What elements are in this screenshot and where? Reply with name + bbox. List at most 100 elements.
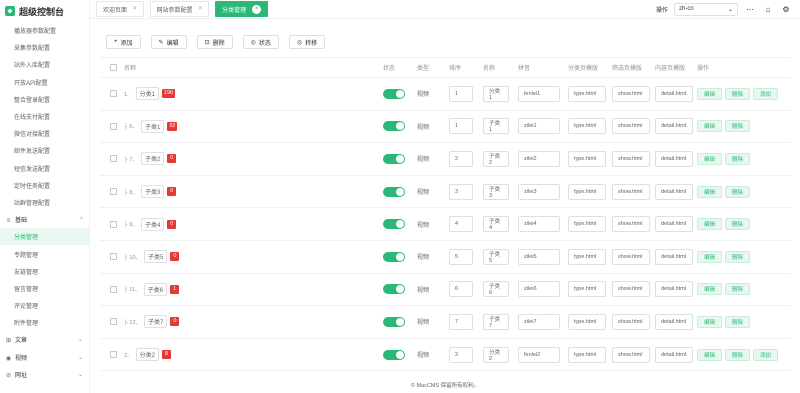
menu-group-article[interactable]: ⊞ 文章 ⌄ xyxy=(0,331,89,348)
type-template-input[interactable]: type.html xyxy=(568,85,606,102)
row-op-button[interactable]: 编辑 xyxy=(697,315,723,328)
row-checkbox[interactable] xyxy=(110,318,117,326)
status-toggle[interactable] xyxy=(383,349,405,360)
settings-icon[interactable]: ⚙ xyxy=(780,3,792,15)
detail-template-input[interactable]: detail.html xyxy=(655,216,693,233)
sort-input[interactable]: 7 xyxy=(449,313,473,330)
name-input[interactable]: 子类6 xyxy=(483,281,509,298)
pinyin-input[interactable]: zilei1 xyxy=(518,118,560,135)
detail-template-input[interactable]: detail.html xyxy=(655,85,693,102)
row-op-button[interactable]: 删除 xyxy=(725,283,751,296)
sidebar-item[interactable]: 短信发送配置 xyxy=(0,160,89,177)
show-template-input[interactable]: show.html xyxy=(612,216,650,233)
pinyin-input[interactable]: fenlei1 xyxy=(518,85,560,102)
language-select[interactable]: zh-cn ⌄ xyxy=(674,2,738,16)
tab-site-config[interactable]: 网站参数配置 × xyxy=(149,1,210,17)
sidebar-item[interactable]: 微信对接配置 xyxy=(0,125,89,142)
row-checkbox[interactable] xyxy=(110,285,117,293)
sidebar-item[interactable]: 专题管理 xyxy=(0,245,89,262)
pinyin-input[interactable]: zilei5 xyxy=(518,248,560,265)
name-input[interactable]: 子类4 xyxy=(483,216,509,233)
type-template-input[interactable]: type.html xyxy=(568,118,606,135)
status-toggle[interactable] xyxy=(383,316,405,327)
sort-input[interactable]: 4 xyxy=(449,216,473,233)
show-template-input[interactable]: show.html xyxy=(612,346,650,363)
pinyin-input[interactable]: zilei2 xyxy=(518,150,560,167)
row-op-button[interactable]: 删除 xyxy=(725,185,751,198)
type-template-input[interactable]: type.html xyxy=(568,346,606,363)
status-button[interactable]: ◎ 状态 xyxy=(242,35,279,49)
row-op-button[interactable]: 删除 xyxy=(725,87,751,100)
row-op-button[interactable]: 编辑 xyxy=(697,120,723,133)
row-op-button[interactable]: 编辑 xyxy=(697,87,723,100)
move-button[interactable]: ◎ 转移 xyxy=(288,35,326,49)
close-icon[interactable]: × xyxy=(252,4,262,14)
tab-welcome[interactable]: 欢迎页面 × xyxy=(96,1,144,17)
sidebar-item[interactable]: 播放器参数配置 xyxy=(0,22,89,39)
status-toggle[interactable] xyxy=(383,153,405,164)
name-input[interactable]: 分类2 xyxy=(483,346,509,363)
row-op-button[interactable]: 删除 xyxy=(725,152,751,165)
status-toggle[interactable] xyxy=(383,186,405,197)
select-all-checkbox[interactable] xyxy=(110,64,117,71)
row-op-button[interactable]: 编辑 xyxy=(697,218,723,231)
sidebar-item[interactable]: 在线支付配置 xyxy=(0,108,89,125)
pinyin-input[interactable]: fenlei2 xyxy=(518,346,560,363)
sort-input[interactable]: 6 xyxy=(449,281,473,298)
status-toggle[interactable] xyxy=(383,219,405,230)
sort-input[interactable]: 3 xyxy=(449,183,473,200)
sort-input[interactable]: 1 xyxy=(449,85,473,102)
home-icon[interactable]: ⌂ xyxy=(762,3,774,15)
sort-input[interactable]: 5 xyxy=(449,248,473,265)
close-icon[interactable]: × xyxy=(133,6,137,12)
row-checkbox[interactable] xyxy=(110,155,117,163)
sidebar-item[interactable]: 定时任务配置 xyxy=(0,177,89,194)
row-op-button[interactable]: 删除 xyxy=(725,315,751,328)
show-template-input[interactable]: show.html xyxy=(612,150,650,167)
menu-group-video[interactable]: ◉ 视频 ⌄ xyxy=(0,349,89,366)
row-op-button[interactable]: 删除 xyxy=(725,120,751,133)
sidebar-item[interactable]: 站外入库配置 xyxy=(0,56,89,73)
row-op-button[interactable]: 编辑 xyxy=(697,185,723,198)
pinyin-input[interactable]: zilei6 xyxy=(518,281,560,298)
name-input[interactable]: 子类3 xyxy=(483,183,509,200)
row-op-button[interactable]: 编辑 xyxy=(697,283,723,296)
sidebar-item[interactable]: 附件管理 xyxy=(0,314,89,331)
type-template-input[interactable]: type.html xyxy=(568,313,606,330)
row-op-button[interactable]: 删除 xyxy=(725,218,751,231)
close-icon[interactable]: × xyxy=(199,6,203,12)
type-template-input[interactable]: type.html xyxy=(568,150,606,167)
row-op-button[interactable]: 删除 xyxy=(725,250,751,263)
pinyin-input[interactable]: zilei7 xyxy=(518,313,560,330)
pinyin-input[interactable]: zilei4 xyxy=(518,216,560,233)
show-template-input[interactable]: show.html xyxy=(612,183,650,200)
detail-template-input[interactable]: detail.html xyxy=(655,346,693,363)
row-op-button[interactable]: 添加 xyxy=(753,348,779,361)
show-template-input[interactable]: show.html xyxy=(612,248,650,265)
show-template-input[interactable]: show.html xyxy=(612,85,650,102)
row-op-button[interactable]: 编辑 xyxy=(697,348,723,361)
sidebar-item[interactable]: 分类管理 xyxy=(0,228,89,246)
menu-group-site[interactable]: ⊘ 网址 ⌄ xyxy=(0,366,89,383)
row-op-button[interactable]: 编辑 xyxy=(697,152,723,165)
detail-template-input[interactable]: detail.html xyxy=(655,150,693,167)
sort-input[interactable]: 2 xyxy=(449,346,473,363)
row-op-button[interactable]: 添加 xyxy=(753,87,779,100)
detail-template-input[interactable]: detail.html xyxy=(655,281,693,298)
edit-button[interactable]: ✎ 编辑 xyxy=(150,35,187,49)
row-checkbox[interactable] xyxy=(110,188,117,196)
status-toggle[interactable] xyxy=(383,284,405,295)
sidebar-item[interactable]: 整合登录配置 xyxy=(0,91,89,108)
status-toggle[interactable] xyxy=(383,121,405,132)
sidebar-item[interactable]: 评论管理 xyxy=(0,297,89,314)
show-template-input[interactable]: show.html xyxy=(612,313,650,330)
detail-template-input[interactable]: detail.html xyxy=(655,248,693,265)
sidebar-item[interactable]: 站群管理配置 xyxy=(0,194,89,211)
row-checkbox[interactable] xyxy=(110,253,117,261)
sidebar-item[interactable]: 开放API配置 xyxy=(0,74,89,91)
menu-group-basic[interactable]: ≡ 基础 ^ xyxy=(0,211,89,228)
status-toggle[interactable] xyxy=(383,251,405,262)
row-checkbox[interactable] xyxy=(110,90,117,98)
detail-template-input[interactable]: detail.html xyxy=(655,313,693,330)
row-checkbox[interactable] xyxy=(110,122,117,130)
